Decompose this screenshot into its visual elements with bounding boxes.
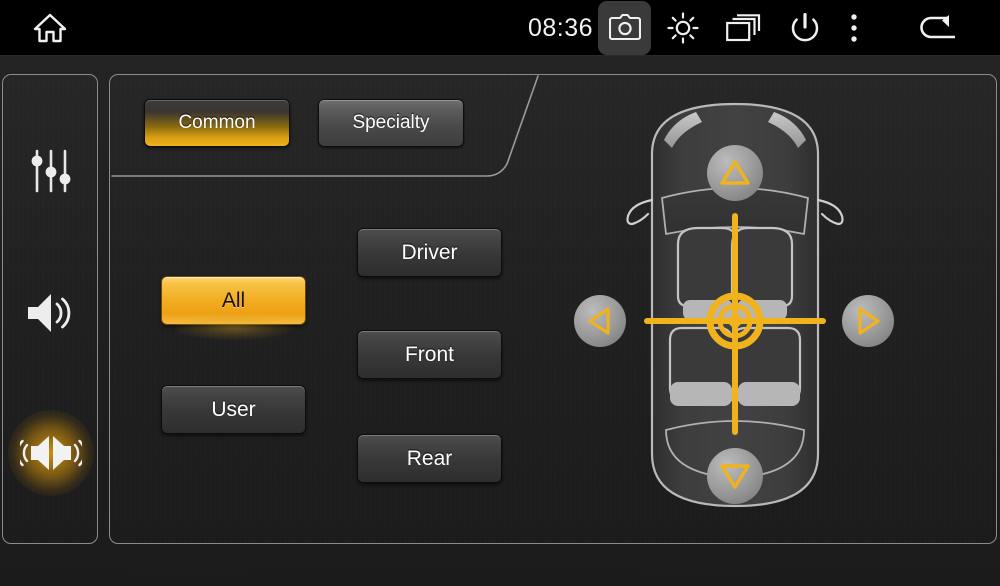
sound-position-target[interactable] xyxy=(706,292,764,350)
balance-right-button[interactable] xyxy=(842,295,894,347)
power-icon[interactable] xyxy=(780,0,830,56)
overflow-menu-icon[interactable] xyxy=(838,0,870,56)
sound-stage-diagram xyxy=(570,82,900,532)
infotainment-screen: 08:36 Common Specialty All User Driver F… xyxy=(0,0,1000,586)
volume-icon xyxy=(28,294,71,332)
balance-left-button[interactable] xyxy=(574,295,626,347)
back-icon[interactable] xyxy=(908,0,968,56)
sidebar-panel xyxy=(2,74,98,544)
brightness-icon[interactable] xyxy=(658,0,708,56)
sidebar-item-balance-fader[interactable] xyxy=(3,405,99,501)
tab-common[interactable]: Common xyxy=(144,99,290,147)
clock: 08:36 xyxy=(528,13,594,42)
tab-specialty[interactable]: Specialty xyxy=(318,99,464,147)
balance-fader-icon xyxy=(20,436,82,470)
home-icon[interactable] xyxy=(20,0,80,56)
zone-rear-button[interactable]: Rear xyxy=(357,434,502,483)
status-bar: 08:36 xyxy=(0,0,1000,56)
fader-up-button[interactable] xyxy=(707,145,763,201)
preset-user-button[interactable]: User xyxy=(161,385,306,434)
sidebar-item-equalizer[interactable] xyxy=(3,123,99,219)
zone-front-button[interactable]: Front xyxy=(357,330,502,379)
fader-down-button[interactable] xyxy=(707,448,763,504)
preset-all-button[interactable]: All xyxy=(161,276,306,325)
camera-icon[interactable] xyxy=(600,0,650,56)
recent-apps-icon[interactable] xyxy=(718,0,770,56)
equalizer-icon xyxy=(31,149,71,193)
sidebar-item-volume[interactable] xyxy=(3,265,99,361)
zone-driver-button[interactable]: Driver xyxy=(357,228,502,277)
